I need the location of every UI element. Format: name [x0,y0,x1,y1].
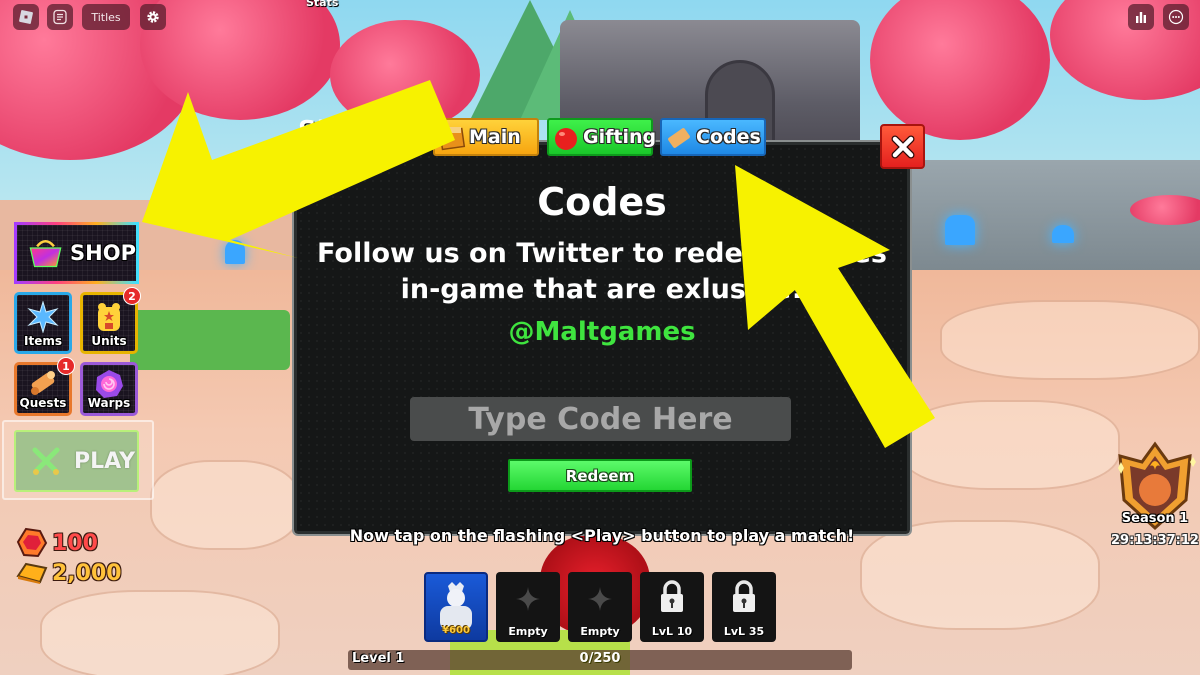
lock-icon [661,580,683,612]
hotbar-slot-empty[interactable]: Empty [496,572,560,642]
sparkle-placeholder-icon [588,587,612,611]
scroll-icon [31,371,55,395]
season-pass-button[interactable]: Season 1 29:13:37:12 [1110,440,1200,555]
cherry-tree [1130,195,1200,225]
hotbar-slot-unit[interactable]: ¥600 [424,572,488,642]
slot-label: LvL 35 [723,625,765,638]
description-line-1: Follow us on Twitter to redeem codes [317,238,887,269]
description-line-2: in-game that are exlusive! [400,274,804,305]
gem-icon [16,527,48,558]
shop-button[interactable]: SHOP [14,222,139,284]
tab-codes[interactable]: Codes [660,118,766,156]
star-crystal-icon [27,301,59,333]
level-label: Level 1 [352,651,405,666]
gems-value: 100 [52,530,98,556]
slot-label: LvL 10 [651,625,693,638]
quests-button[interactable]: Quests 1 [14,357,75,416]
season-label: Season 1 [1121,511,1189,526]
settings-button[interactable] [140,4,166,30]
roblox-logo-icon [19,10,33,24]
cherry-tree [330,20,480,130]
slot-label: Empty [508,625,548,638]
grass-patch [130,310,290,370]
quests-notification-badge: 1 [57,357,75,375]
close-icon [891,135,914,158]
crate-icon [439,127,466,151]
codes-title: Codes [537,180,667,224]
more-menu-button[interactable] [1163,4,1189,30]
lock-icon [733,580,755,612]
close-button[interactable] [880,124,925,169]
unit-cost: ¥600 [442,625,470,636]
apple-icon [555,128,577,150]
floor-tile [900,400,1120,490]
twitter-handle: @Maltgames [508,317,696,347]
redeem-button[interactable]: Redeem [508,459,692,492]
more-icon [1168,9,1184,25]
warps-button[interactable]: Warps [80,362,138,416]
items-button[interactable]: Items [14,292,72,354]
slot-label: Empty [580,625,620,638]
tab-codes-label: Codes [696,126,761,148]
gold-bar-icon [16,562,48,584]
quests-label: Quests [19,396,67,410]
crossed-swords-icon [32,447,60,475]
titles-label: Titles [91,10,121,24]
chat-button[interactable] [47,4,73,30]
floor-tile [40,590,280,675]
level-xp-text: 0/250 [579,651,621,666]
hotbar-slot-locked[interactable]: LvL 35 [712,572,776,642]
gear-icon [147,11,159,23]
hotbar-slot-locked[interactable]: LvL 10 [640,572,704,642]
play-label: PLAY [74,448,135,474]
codes-description: Follow us on Twitter to redeem codes in-… [294,236,910,308]
portal-icon [96,370,123,398]
blue-portal [225,240,245,264]
hotbar-slot-empty[interactable]: Empty [568,572,632,642]
code-input[interactable] [410,397,791,441]
gold-counter: 2,000 [16,560,122,586]
tab-gifting[interactable]: Gifting [547,118,657,156]
shop-basket-icon [29,239,62,268]
leaderboard-button[interactable] [1128,4,1154,30]
leaderboard-icon [1136,12,1146,23]
gold-value: 2,000 [52,560,122,586]
backpack-icon [98,303,120,331]
items-label: Items [24,334,62,348]
floor-tile [150,460,300,550]
play-button[interactable]: PLAY [14,430,139,492]
blue-portal [945,215,975,245]
ticket-icon [668,128,690,148]
level-progress-bar: 0/250 Level 1 [348,650,852,670]
sparkle-placeholder-icon [516,587,540,611]
units-button[interactable]: Units 2 [80,287,141,354]
tab-main-label: Main [469,126,521,148]
shop-label: SHOP [70,241,136,265]
stats-label: Stats [306,0,339,9]
chat-icon [53,9,67,25]
tab-main[interactable]: Main [433,118,539,156]
gems-counter: 100 [16,527,98,559]
units-label: Units [91,334,127,348]
season-timer: 29:13:37:12 [1111,533,1199,548]
tab-gifting-label: Gifting [583,126,657,148]
titles-button[interactable]: Titles [82,4,130,30]
blue-portal [1052,225,1074,243]
floor-tile [940,300,1200,380]
tutorial-hint: Now tap on the flashing <Play> button to… [349,526,855,545]
roblox-menu-button[interactable] [13,4,39,30]
units-notification-badge: 2 [123,287,141,305]
